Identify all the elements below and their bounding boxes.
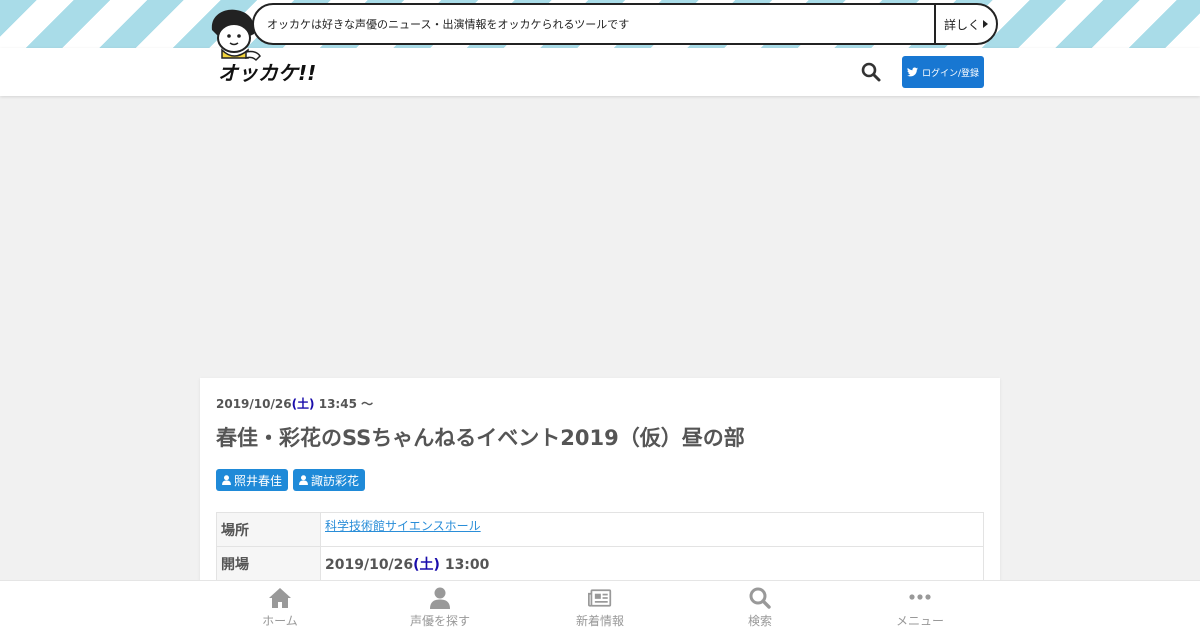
- table-row: 開場 2019/10/26(土) 13:00: [216, 546, 984, 581]
- event-datetime: 2019/10/26(土) 13:45 〜: [216, 395, 373, 412]
- event-date: 2019/10/26: [216, 397, 292, 411]
- nav-label: 新着情報: [575, 614, 624, 628]
- cast-tag-list: 照井春佳 諏訪彩花: [216, 469, 366, 491]
- search-icon: [749, 587, 771, 609]
- nav-item-home[interactable]: ホーム: [210, 581, 350, 630]
- newspaper-icon: [588, 589, 612, 607]
- site-header: [0, 48, 1200, 96]
- caret-right-icon: [983, 20, 988, 28]
- open-cell: 2019/10/26(土) 13:00: [320, 546, 984, 581]
- cast-tag[interactable]: 諏訪彩花: [293, 469, 366, 491]
- user-icon: [430, 587, 450, 609]
- nav-label: ホーム: [262, 614, 298, 628]
- nav-item-news[interactable]: 新着情報: [530, 581, 670, 630]
- tagline-text: オッカケは好きな声優のニュース・出演情報をオッカケられるツールです: [267, 18, 630, 31]
- venue-link[interactable]: 科学技術館サイエンスホール: [325, 519, 481, 533]
- nav-item-menu[interactable]: メニュー: [850, 581, 990, 630]
- event-details-table: 場所 科学技術館サイエンスホール 開場 2019/10/26(土) 13:00: [216, 512, 984, 581]
- login-button[interactable]: ログイン/登録: [902, 56, 984, 88]
- nav-label: 検索: [747, 614, 772, 628]
- nav-item-find-voice-actor[interactable]: 声優を探す: [370, 581, 510, 630]
- ellipsis-icon: [909, 594, 931, 600]
- open-day-of-week[interactable]: (土): [413, 557, 440, 573]
- logo-wordmark-icon: オッカケ!!: [218, 61, 316, 85]
- event-day-of-week[interactable]: (土): [292, 397, 315, 411]
- event-start-time: 13:45 〜: [314, 397, 374, 411]
- login-label: ログイン/登録: [921, 68, 980, 79]
- tagline-bubble: オッカケは好きな声優のニュース・出演情報をオッカケられるツールです 詳しく: [252, 3, 998, 45]
- venue-cell: 科学技術館サイエンスホール: [320, 512, 984, 547]
- more-info-button[interactable]: 詳しく: [934, 5, 996, 43]
- home-icon: [269, 588, 291, 608]
- nav-item-search[interactable]: 検索: [690, 581, 830, 630]
- cast-name: 諏訪彩花: [311, 473, 360, 488]
- cast-name: 照井春佳: [234, 473, 283, 488]
- event-title: 春佳・彩花のSSちゃんねるイベント2019（仮）昼の部: [216, 426, 745, 450]
- user-icon: [222, 475, 231, 485]
- bottom-nav: ホーム 声優を探す 新着情報 検索 メニュー: [0, 580, 1200, 630]
- user-icon: [299, 475, 308, 485]
- open-date: 2019/10/26: [325, 556, 414, 573]
- open-time: 13:00: [439, 556, 490, 573]
- more-info-label: 詳しく: [943, 17, 980, 32]
- table-row: 場所 科学技術館サイエンスホール: [216, 512, 984, 547]
- twitter-icon: [906, 67, 918, 77]
- header-search-button[interactable]: [860, 61, 882, 83]
- nav-label: メニュー: [895, 614, 944, 628]
- venue-label: 場所: [216, 512, 321, 547]
- nav-label: 声優を探す: [409, 614, 470, 628]
- open-label: 開場: [216, 546, 321, 581]
- site-logo[interactable]: オッカケ!!: [216, 58, 318, 86]
- cast-tag[interactable]: 照井春佳: [216, 469, 289, 491]
- svg-text:オッカケ!!: オッカケ!!: [218, 61, 316, 85]
